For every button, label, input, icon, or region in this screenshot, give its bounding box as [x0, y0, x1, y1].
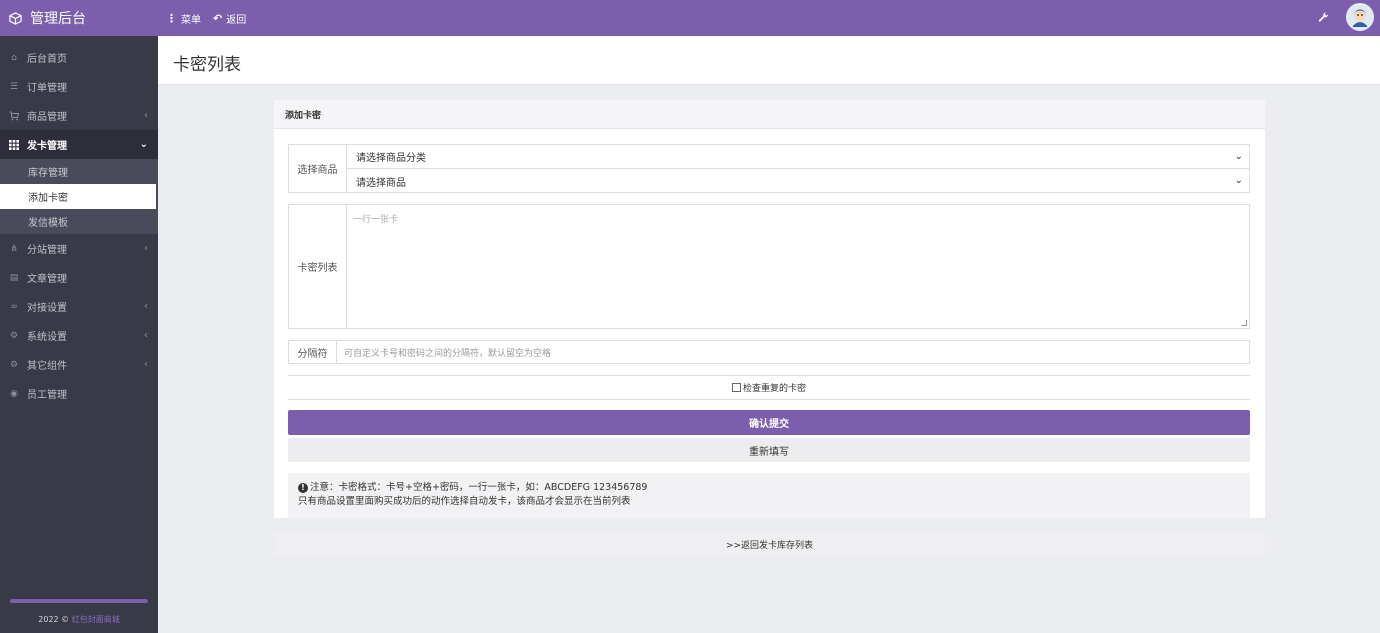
chevron-left-icon: ‹	[144, 301, 148, 312]
list-icon: ☰	[9, 81, 19, 92]
cards-label: 卡密列表	[289, 205, 347, 328]
article-icon: ▤	[9, 272, 19, 283]
sidebar-submenu: 库存管理 添加卡密 发信模板	[0, 159, 158, 234]
sidebar-item-label: 其它组件	[27, 361, 67, 372]
sidebar-item-label: 发卡管理	[27, 141, 67, 152]
sidebar-item-other-components[interactable]: ⚙ 其它组件 ‹	[0, 350, 158, 379]
back-label: 返回	[226, 14, 247, 26]
chevron-down-icon: ⌄	[1234, 175, 1243, 186]
sidebar-item-label: 文章管理	[27, 274, 67, 285]
chevron-left-icon: ‹	[144, 330, 148, 341]
cards-placeholder: 一行一张卡	[353, 215, 399, 225]
separator-group: 分隔符 可自定义卡号和密码之间的分隔符，默认留空为空格	[288, 340, 1250, 364]
sidebar-item-label: 分站管理	[27, 245, 67, 256]
avatar[interactable]	[1346, 3, 1374, 31]
notice-line-2: 只有商品设置里面购买成功后的动作选择自动发卡，该商品才会显示在当前列表	[298, 496, 631, 507]
home-icon: ⌂	[11, 52, 17, 63]
cube-icon	[8, 11, 22, 25]
check-duplicates-row: 检查重复的卡密	[288, 375, 1250, 400]
chevron-down-icon: ⌄	[139, 139, 148, 150]
sidebar-item-label: 对接设置	[27, 303, 67, 314]
notice-line-1: 注意：卡密格式：卡号+空格+密码，一行一张卡，如：ABCDEFG 1234567…	[310, 482, 648, 493]
footer-brand-link[interactable]: 红包封面商城	[72, 615, 120, 624]
add-cards-panel: 添加卡密 选择商品 请选择商品分类 ⌄ 请选择商品 ⌄ 卡密列表 一行一张卡 分…	[274, 100, 1265, 518]
product-select-group: 选择商品 请选择商品分类 ⌄ 请选择商品 ⌄	[288, 144, 1250, 193]
sidebar-item-label: 商品管理	[27, 112, 67, 123]
sidebar-scrollbar[interactable]	[10, 599, 148, 603]
footer-year: 2022 ©	[38, 615, 70, 624]
check-duplicates-checkbox[interactable]	[731, 383, 741, 392]
sidebar-footer: 2022 © 红包封面商城	[0, 614, 158, 625]
category-select[interactable]: 请选择商品分类 ⌄	[347, 145, 1249, 169]
check-duplicates-label[interactable]: 检查重复的卡密	[743, 381, 806, 394]
menu-toggle-button[interactable]: ⋮ 菜单	[166, 11, 201, 26]
brand-title: 管理后台	[30, 11, 86, 27]
product-select-value: 请选择商品	[356, 177, 406, 189]
chevron-left-icon: ‹	[144, 110, 148, 121]
undo-icon: ↶	[213, 11, 223, 25]
separator-label: 分隔符	[289, 341, 337, 363]
sidebar-item-articles[interactable]: ▤ 文章管理	[0, 263, 158, 292]
product-select[interactable]: 请选择商品 ⌄	[347, 169, 1249, 193]
sidebar-subitem-inventory[interactable]: 库存管理	[0, 159, 158, 184]
sidebar-item-staff[interactable]: ◉ 员工管理	[0, 379, 158, 408]
submit-button[interactable]: 确认提交	[288, 410, 1250, 435]
page-title: 卡密列表	[173, 55, 241, 75]
menu-label: 菜单	[181, 14, 201, 26]
sidebar-item-orders[interactable]: ☰ 订单管理	[0, 72, 158, 101]
panel-title: 添加卡密	[274, 100, 1265, 129]
content-header: 卡密列表	[158, 36, 1380, 85]
sidebar-item-label: 员工管理	[27, 390, 67, 401]
sidebar-item-system-settings[interactable]: ⚙ 系统设置 ‹	[0, 321, 158, 350]
info-icon: !	[298, 483, 308, 493]
sidebar-item-label: 系统设置	[27, 332, 67, 343]
link-icon: ∞	[10, 301, 18, 312]
back-button[interactable]: ↶ 返回	[213, 11, 246, 26]
sidebar-item-label: 后台首页	[27, 54, 67, 65]
cards-textarea-group: 卡密列表 一行一张卡	[288, 204, 1250, 329]
grid-icon	[8, 139, 20, 151]
cogs-icon: ⚙	[9, 359, 19, 370]
gear-icon: ⚙	[9, 330, 19, 341]
reset-button[interactable]: 重新填写	[288, 438, 1250, 462]
chevron-down-icon: ⌄	[1234, 151, 1243, 162]
chevron-left-icon: ‹	[144, 359, 148, 370]
back-to-inventory-link[interactable]: >>返回发卡库存列表	[274, 533, 1265, 555]
wrench-icon[interactable]	[1316, 10, 1330, 24]
category-select-value: 请选择商品分类	[356, 153, 426, 164]
menu-vertical-icon: ⋮	[166, 11, 177, 25]
user-circle-icon: ◉	[10, 388, 18, 399]
notice-box: ! 注意：卡密格式：卡号+空格+密码，一行一张卡，如：ABCDEFG 123456…	[288, 473, 1250, 518]
select-product-label: 选择商品	[289, 145, 347, 192]
sidebar-item-products[interactable]: 商品管理 ‹	[0, 101, 158, 130]
sitemap-icon: ⋔	[10, 243, 18, 254]
resize-handle-icon[interactable]	[1241, 320, 1247, 326]
sidebar-subitem-mail-template[interactable]: 发信模板	[0, 209, 158, 234]
top-navbar: 管理后台 ⋮ 菜单 ↶ 返回	[0, 0, 1380, 36]
separator-input[interactable]: 可自定义卡号和密码之间的分隔符，默认留空为空格	[337, 341, 1249, 363]
cart-icon	[8, 110, 20, 122]
sidebar-item-label: 订单管理	[27, 83, 67, 94]
chevron-left-icon: ‹	[144, 243, 148, 254]
sidebar-item-integration[interactable]: ∞ 对接设置 ‹	[0, 292, 158, 321]
sidebar-item-cards[interactable]: 发卡管理 ⌄	[0, 130, 158, 159]
brand[interactable]: 管理后台	[0, 0, 158, 36]
sidebar: ⌂ 后台首页 ☰ 订单管理 商品管理 ‹ 发卡管理 ⌄ 库存管理 添加卡密 发信…	[0, 36, 158, 633]
cards-textarea[interactable]: 一行一张卡	[347, 205, 1249, 328]
sidebar-item-substations[interactable]: ⋔ 分站管理 ‹	[0, 234, 158, 263]
separator-placeholder: 可自定义卡号和密码之间的分隔符，默认留空为空格	[344, 348, 552, 359]
sidebar-item-home[interactable]: ⌂ 后台首页	[0, 43, 158, 72]
sidebar-subitem-add-cards[interactable]: 添加卡密	[0, 184, 156, 209]
